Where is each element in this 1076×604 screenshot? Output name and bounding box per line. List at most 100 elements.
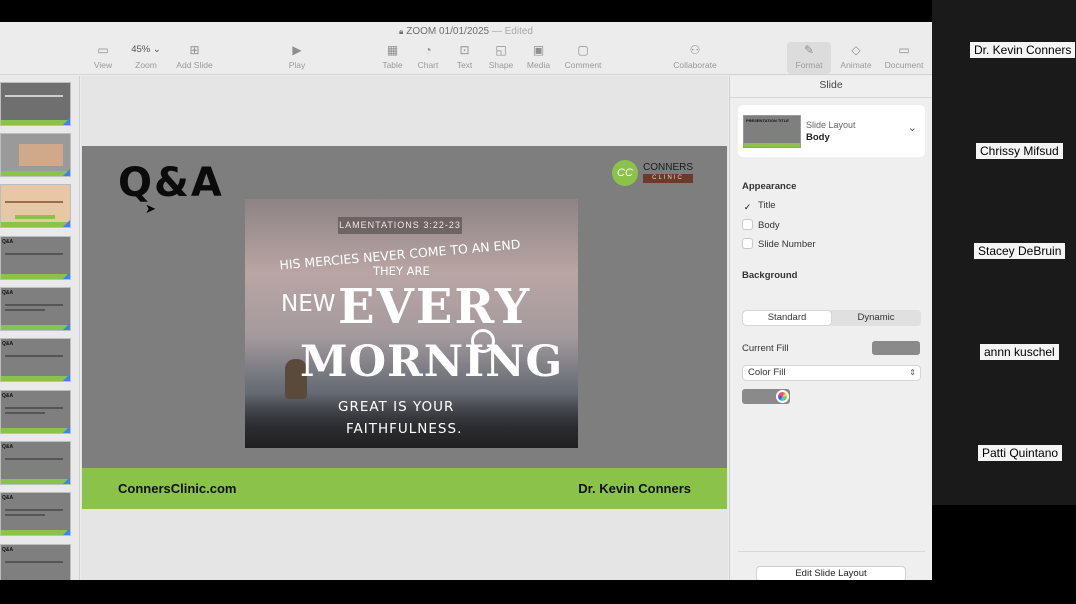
view-label: View (93, 60, 113, 70)
comment-icon: ▢ (577, 43, 589, 57)
slide-canvas[interactable]: Q&A ➤ CC CONNERS CLINIC LAMENTATIONS 3:2… (81, 76, 728, 580)
slide-layout-picker[interactable]: PRESENTATION TITLE Slide Layout Body ⌄ (738, 105, 925, 157)
thumb-footer (1, 530, 70, 535)
text-button[interactable]: ⊡ Text (452, 42, 477, 74)
slide-thumbnail[interactable]: Q&A (0, 441, 71, 485)
slide-navigator: Q&A Q&A Q&A Q&A Q&A Q&A Q&A (0, 76, 80, 580)
slide-thumbnail[interactable]: Q&A (0, 492, 71, 536)
keynote-window: 🔒︎ ZOOM 01/01/2025 — Edited ▭ View 45% ⌄ … (0, 22, 932, 580)
layout-label: Slide Layout (806, 120, 856, 130)
thumb-line (5, 458, 63, 460)
animate-label: Animate (840, 60, 872, 70)
add-slide-icon: ⊞ (189, 43, 200, 57)
text-label: Text (456, 60, 473, 70)
thumb-title: Q&A (2, 290, 14, 296)
screen: 🔒︎ ZOOM 01/01/2025 — Edited ▭ View 45% ⌄ … (0, 0, 1076, 604)
document-title: ZOOM 01/01/2025 (406, 26, 490, 37)
thumb-title: Q&A (2, 495, 14, 501)
table-button[interactable]: ▦ Table (379, 42, 406, 74)
thumb-title: Q&A (2, 341, 14, 347)
collaborate-icon: ⚇ (689, 43, 701, 57)
slide-thumbnail[interactable] (0, 82, 71, 126)
play-button[interactable]: ▶ Play (283, 42, 311, 74)
slide-thumbnail[interactable]: Q&A (0, 544, 71, 580)
document-button[interactable]: ▭ Document (881, 42, 927, 74)
view-button[interactable]: ▭ View (88, 42, 118, 74)
participant-name[interactable]: Patti Quintano (978, 445, 1063, 461)
participant-name[interactable]: Stacey DeBruin (974, 243, 1066, 259)
dynamic-option[interactable]: Dynamic (832, 311, 920, 325)
paintbrush-icon: ✎ (803, 43, 815, 57)
thumb-line (5, 253, 63, 255)
slide-title[interactable]: Q&A (118, 160, 224, 206)
inspector-title: Slide (819, 79, 843, 91)
logo-sub: CLINIC (643, 174, 693, 183)
thumb-footer (1, 222, 70, 227)
slide-footer: ConnersClinic.com Dr. Kevin Conners (82, 468, 727, 509)
image-text-line7: FAITHFULNESS. (346, 421, 463, 437)
participant-name[interactable]: annn kuschel (980, 344, 1059, 360)
title-checkbox-label: Title (758, 200, 776, 211)
thumb-footer (1, 479, 70, 484)
body-checkbox[interactable]: Body (742, 219, 780, 231)
chart-button[interactable]: ◔ Chart (414, 42, 442, 74)
color-well[interactable] (742, 389, 790, 404)
slide-thumbnail[interactable]: Q&A (0, 338, 71, 382)
thumb-footer (1, 274, 70, 279)
footer-presenter[interactable]: Dr. Kevin Conners (578, 481, 691, 496)
logo-circle: CC (612, 160, 638, 186)
slide-thumbnail[interactable] (0, 133, 71, 177)
shape-icon: ◱ (495, 43, 507, 57)
sidebar-icon: ▭ (97, 43, 109, 57)
participant-name[interactable]: Chrissy Mifsud (976, 143, 1063, 159)
slide-thumbnail[interactable]: Q&A (0, 287, 71, 331)
image-text-line3: NEW (281, 291, 336, 317)
slide-thumbnail[interactable]: Q&A (0, 390, 71, 434)
layout-thumbnail: PRESENTATION TITLE (743, 115, 801, 148)
comment-label: Comment (564, 60, 602, 70)
standard-option[interactable]: Standard (743, 311, 831, 325)
checkbox-box (742, 219, 753, 230)
media-icon: ▣ (532, 43, 545, 57)
thumb-title: Q&A (2, 444, 14, 450)
thumb-line (5, 95, 63, 97)
checkmark-icon: ✓ (743, 202, 752, 212)
thumb-image (19, 144, 63, 166)
zoom-menu[interactable]: 45% ⌄ Zoom (126, 42, 166, 74)
slide-number-checkbox[interactable]: Slide Number (742, 238, 816, 250)
color-wheel-icon[interactable] (776, 390, 789, 403)
thumb-line (5, 304, 63, 306)
current-fill-swatch[interactable] (872, 341, 920, 355)
animate-icon: ◇ (851, 43, 861, 57)
media-button[interactable]: ▣ Media (524, 42, 553, 74)
window-title: 🔒︎ ZOOM 01/01/2025 — Edited (0, 26, 932, 37)
thumb-title: Q&A (2, 393, 14, 399)
zoom-value: 45% ⌄ (131, 44, 161, 55)
collaborate-button[interactable]: ⚇ Collaborate (670, 42, 720, 74)
updown-chevron-icon: ⇕ (909, 368, 916, 377)
shape-button[interactable]: ◱ Shape (486, 42, 516, 74)
footer-website[interactable]: ConnersClinic.com (118, 481, 236, 496)
add-slide-button[interactable]: ⊞ Add Slide (172, 42, 217, 74)
comment-button[interactable]: ▢ Comment (562, 42, 604, 74)
document-icon: ▭ (898, 43, 910, 57)
fill-type-value: Color Fill (748, 367, 786, 378)
animate-button[interactable]: ◇ Animate (838, 42, 874, 74)
participant-name[interactable]: Dr. Kevin Conners (970, 42, 1076, 58)
chart-icon: ◔ (424, 43, 432, 57)
top-black-strip (0, 0, 932, 22)
current-slide[interactable]: Q&A ➤ CC CONNERS CLINIC LAMENTATIONS 3:2… (82, 146, 727, 509)
mouse-cursor-icon: ➤ (145, 201, 156, 216)
title-checkbox[interactable]: ✓ Title (742, 200, 776, 212)
fill-type-select[interactable]: Color Fill ⇕ (742, 365, 921, 381)
edit-slide-layout-button[interactable]: Edit Slide Layout (756, 566, 906, 580)
thumb-title: Q&A (2, 547, 14, 553)
format-button[interactable]: ✎ Format (787, 42, 831, 74)
scripture-image[interactable]: LAMENTATIONS 3:22-23 HIS MERCIES NEVER C… (245, 199, 578, 448)
slide-number-checkbox-label: Slide Number (758, 239, 816, 250)
table-label: Table (382, 60, 403, 70)
slide-thumbnail[interactable]: Q&A (0, 236, 71, 280)
slide-thumbnail[interactable] (0, 184, 71, 228)
format-label: Format (795, 60, 823, 70)
thumb-footer (1, 428, 70, 433)
